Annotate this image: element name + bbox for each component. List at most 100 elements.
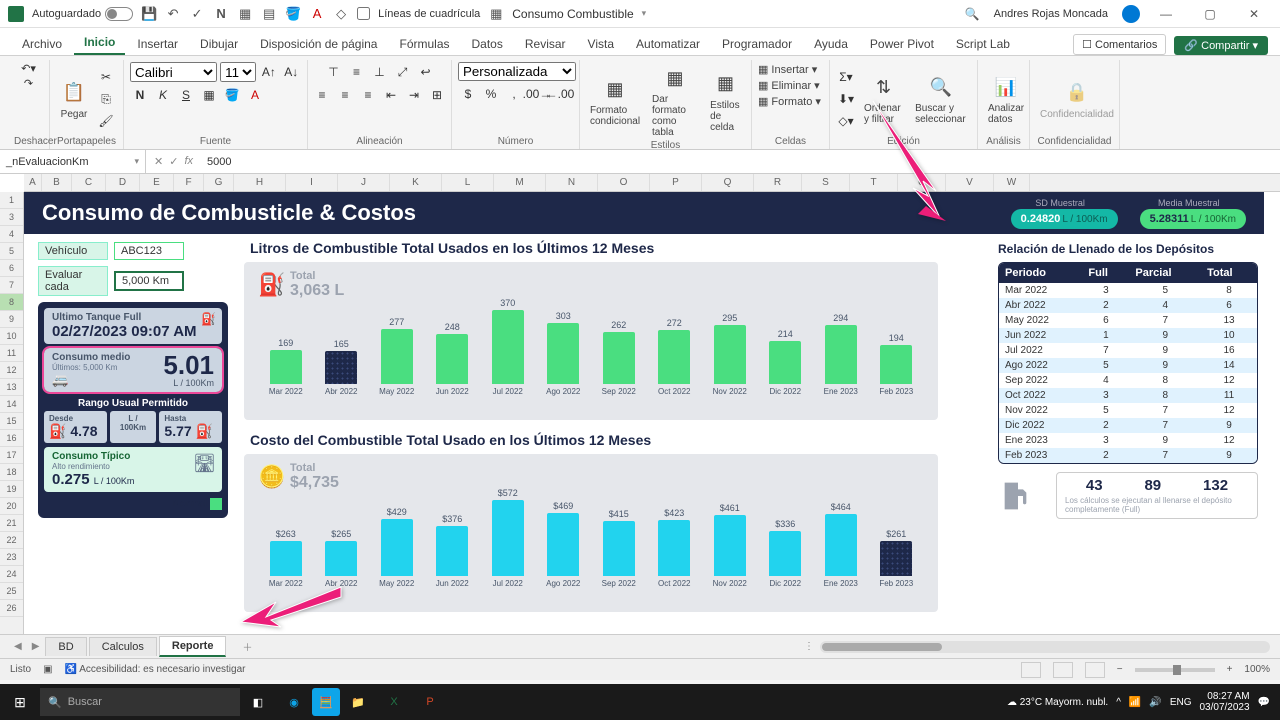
tab-formulas[interactable]: Fórmulas xyxy=(389,33,459,55)
excel-taskbar-icon[interactable]: X xyxy=(376,684,412,720)
sheet-tab-bd[interactable]: BD xyxy=(45,637,86,656)
align-center-button[interactable]: ≡ xyxy=(335,85,355,105)
delete-cells-button[interactable]: ▦ Eliminar ▾ xyxy=(758,78,823,93)
align-bottom-button[interactable]: ⊥ xyxy=(370,62,390,82)
align-middle-button[interactable]: ≡ xyxy=(347,62,367,82)
task-view-icon[interactable]: ◧ xyxy=(240,684,276,720)
qat-icon[interactable]: ◇ xyxy=(333,6,349,22)
tab-disposicion[interactable]: Disposición de página xyxy=(250,33,387,55)
macro-icon[interactable]: ▣ xyxy=(43,664,52,675)
orientation-button[interactable]: ⤢ xyxy=(393,62,413,82)
enter-icon[interactable]: ✓ xyxy=(169,155,178,168)
tray-chevron-icon[interactable]: ^ xyxy=(1116,697,1121,708)
paste-button[interactable]: 📋Pegar xyxy=(56,77,92,122)
save-icon[interactable]: 💾 xyxy=(141,6,157,22)
toggle-icon[interactable] xyxy=(105,7,133,21)
fx-icon[interactable]: fx xyxy=(184,155,193,168)
qat-icon[interactable]: ▦ xyxy=(237,6,253,22)
normal-view-button[interactable] xyxy=(1021,662,1041,678)
comma-button[interactable]: , xyxy=(504,84,524,104)
close-button[interactable]: ✕ xyxy=(1236,0,1272,28)
share-button[interactable]: 🔗 Compartir ▾ xyxy=(1174,36,1268,55)
number-format-select[interactable]: Personalizada xyxy=(458,62,576,81)
sensitivity-button[interactable]: 🔒Confidencialidad xyxy=(1036,77,1118,122)
language-indicator[interactable]: ENG xyxy=(1170,697,1192,708)
weather-widget[interactable]: ☁ 23°C Mayorm. nubl. xyxy=(1007,697,1108,708)
cut-button[interactable]: ✂ xyxy=(96,67,116,87)
font-select[interactable]: Calibri xyxy=(130,62,217,82)
tab-programador[interactable]: Programador xyxy=(712,33,802,55)
font-color-button[interactable]: A xyxy=(245,85,265,105)
column-headers[interactable]: ABCDEFGHIJKLMNOPQRSTUVW xyxy=(24,174,1280,192)
evaluar-input[interactable]: 5,000 Km xyxy=(114,271,184,291)
clear-button[interactable]: ◇▾ xyxy=(836,111,856,131)
minimize-button[interactable]: — xyxy=(1148,0,1184,28)
maximize-button[interactable]: ▢ xyxy=(1192,0,1228,28)
zoom-slider[interactable] xyxy=(1135,668,1215,672)
tab-dibujar[interactable]: Dibujar xyxy=(190,33,248,55)
qat-icon[interactable]: ▦ xyxy=(488,6,504,22)
user-name[interactable]: Andres Rojas Moncada xyxy=(994,8,1108,20)
notifications-icon[interactable]: 💬 xyxy=(1258,697,1270,708)
tab-vista[interactable]: Vista xyxy=(578,33,624,55)
sheet-nav-next[interactable]: ▶ xyxy=(28,641,44,652)
tab-inicio[interactable]: Inicio xyxy=(74,31,125,55)
sheet-nav-prev[interactable]: ◀ xyxy=(10,641,26,652)
wifi-icon[interactable]: 📶 xyxy=(1129,697,1141,708)
merge-button[interactable]: ⊞ xyxy=(427,85,447,105)
tab-insertar[interactable]: Insertar xyxy=(127,33,188,55)
qat-icon[interactable]: 🪣 xyxy=(285,6,301,22)
page-break-view-button[interactable] xyxy=(1085,662,1105,678)
italic-button[interactable]: K xyxy=(153,85,173,105)
tab-ayuda[interactable]: Ayuda xyxy=(804,33,858,55)
decrease-font-button[interactable]: A↓ xyxy=(282,62,301,82)
sheet-tab-reporte[interactable]: Reporte xyxy=(159,636,227,657)
align-left-button[interactable]: ≡ xyxy=(312,85,332,105)
tab-automatizar[interactable]: Automatizar xyxy=(626,33,710,55)
accessibility-status[interactable]: ♿ Accesibilidad: es necesario investigar xyxy=(65,664,246,675)
formula-input[interactable]: 5000 xyxy=(201,156,1280,168)
font-size-select[interactable]: 11 xyxy=(220,62,256,82)
calculator-icon[interactable]: 🧮 xyxy=(312,688,340,716)
document-name[interactable]: Consumo Combustible xyxy=(512,7,633,21)
undo-button[interactable]: ↶▾ xyxy=(21,62,36,75)
percent-button[interactable]: % xyxy=(481,84,501,104)
cell-styles-button[interactable]: ▦Estilos de celda xyxy=(706,68,745,135)
border-button[interactable]: ▦ xyxy=(199,85,219,105)
fill-color-button[interactable]: 🪣 xyxy=(222,85,242,105)
copy-button[interactable]: ⎘ xyxy=(96,89,116,109)
cancel-icon[interactable]: ✕ xyxy=(154,155,163,168)
edge-icon[interactable]: ◉ xyxy=(276,684,312,720)
align-right-button[interactable]: ≡ xyxy=(358,85,378,105)
start-button[interactable]: ⊞ xyxy=(0,694,40,711)
qat-icon[interactable]: A xyxy=(309,6,325,22)
wrap-text-button[interactable]: ↩ xyxy=(416,62,436,82)
search-icon[interactable]: 🔍 xyxy=(965,7,980,21)
tab-powerpivot[interactable]: Power Pivot xyxy=(860,33,944,55)
format-painter-button[interactable]: 🖌 xyxy=(96,111,116,131)
name-box[interactable]: _nEvaluacionKm xyxy=(0,150,146,173)
decrease-decimal-button[interactable]: ←.00 xyxy=(550,84,570,104)
clock[interactable]: 08:27 AM03/07/2023 xyxy=(1199,691,1249,713)
gridlines-checkbox[interactable] xyxy=(357,7,370,20)
sheet-tab-calculos[interactable]: Calculos xyxy=(89,637,157,656)
autosave-toggle[interactable]: Autoguardado xyxy=(32,7,133,21)
underline-button[interactable]: S xyxy=(176,85,196,105)
currency-button[interactable]: $ xyxy=(458,84,478,104)
tab-datos[interactable]: Datos xyxy=(462,33,513,55)
tab-archivo[interactable]: Archivo xyxy=(12,33,72,55)
new-sheet-button[interactable]: ＋ xyxy=(238,639,256,654)
qat-icon[interactable]: N xyxy=(213,6,229,22)
indent-dec-button[interactable]: ⇤ xyxy=(381,85,401,105)
format-cells-button[interactable]: ▦ Formato ▾ xyxy=(758,94,823,109)
increase-decimal-button[interactable]: .00→ xyxy=(527,84,547,104)
row-headers[interactable]: 1345678910111213141516171819202122232425… xyxy=(0,192,24,634)
format-as-table-button[interactable]: ▦Dar formato como tabla xyxy=(648,62,702,140)
horizontal-scrollbar[interactable] xyxy=(820,641,1270,653)
tab-revisar[interactable]: Revisar xyxy=(515,33,576,55)
taskbar-search[interactable]: 🔍 Buscar xyxy=(40,688,240,716)
volume-icon[interactable]: 🔊 xyxy=(1149,697,1161,708)
page-layout-view-button[interactable] xyxy=(1053,662,1073,678)
comments-button[interactable]: ☐ Comentarios xyxy=(1073,34,1166,55)
redo-button[interactable]: ↷ xyxy=(24,77,33,90)
